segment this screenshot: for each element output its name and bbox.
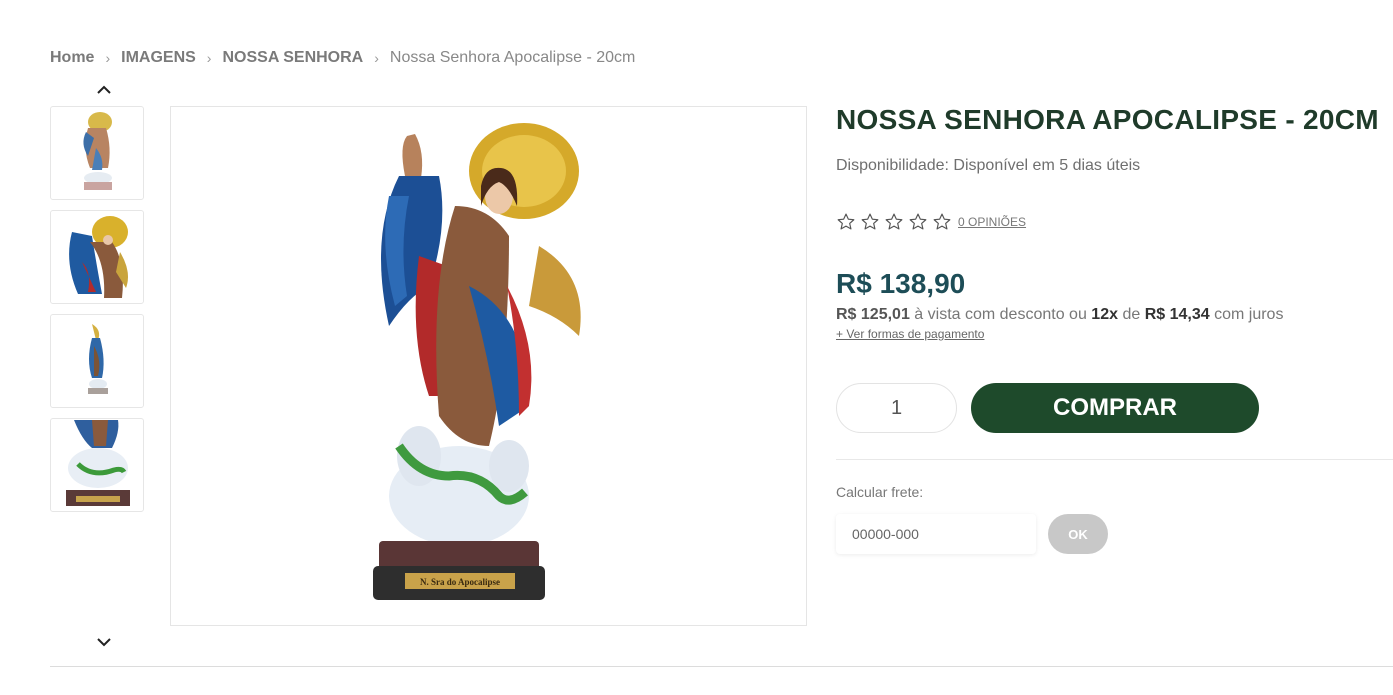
chevron-up-icon[interactable] bbox=[94, 83, 114, 97]
rating: 0 OPINIÕES bbox=[836, 212, 1026, 232]
buy-button[interactable]: COMPRAR bbox=[971, 383, 1259, 433]
product-title: NOSSA SENHORA APOCALIPSE - 20CM bbox=[836, 104, 1379, 135]
star-icon[interactable] bbox=[860, 212, 880, 232]
zipcode-input[interactable] bbox=[836, 514, 1036, 554]
payment-options-link[interactable]: + Ver formas de pagamento bbox=[836, 327, 984, 341]
thumbnail-4[interactable] bbox=[50, 418, 144, 512]
installments-count: 12x bbox=[1091, 306, 1118, 323]
breadcrumb-separator: › bbox=[206, 50, 212, 66]
statue-thumbnail-image bbox=[83, 112, 112, 190]
installment-value: R$ 14,34 bbox=[1144, 306, 1210, 323]
installments-de: de bbox=[1122, 306, 1141, 323]
section-divider bbox=[50, 666, 1393, 667]
installments-suffix: com juros bbox=[1214, 306, 1284, 323]
statue-image: N. Sra do Apocalipse bbox=[372, 123, 581, 600]
cash-text: à vista com desconto ou bbox=[914, 306, 1087, 323]
statue-side-thumbnail-image bbox=[88, 324, 108, 394]
statue-closeup-thumbnail-image bbox=[69, 216, 128, 298]
shipping-label: Calcular frete: bbox=[836, 484, 924, 500]
star-icon[interactable] bbox=[932, 212, 952, 232]
breadcrumb-imagens[interactable]: IMAGENS bbox=[121, 49, 196, 67]
thumbnail-2[interactable] bbox=[50, 210, 144, 304]
star-icon[interactable] bbox=[836, 212, 856, 232]
breadcrumb: Home › IMAGENS › NOSSA SENHORA › Nossa S… bbox=[50, 49, 635, 67]
calculate-shipping-button[interactable]: OK bbox=[1048, 514, 1108, 554]
chevron-down-icon[interactable] bbox=[94, 635, 114, 649]
main-product-image[interactable]: N. Sra do Apocalipse bbox=[170, 106, 807, 626]
breadcrumb-current: Nossa Senhora Apocalipse - 20cm bbox=[389, 49, 636, 66]
availability-text: Disponibilidade: Disponível em 5 dias út… bbox=[836, 157, 1141, 174]
thumbnail-3[interactable] bbox=[50, 314, 144, 408]
cash-price: R$ 125,01 bbox=[836, 306, 910, 323]
thumbnail-list bbox=[50, 106, 144, 522]
statue-plaque-text: N. Sra do Apocalipse bbox=[419, 577, 499, 587]
breadcrumb-home[interactable]: Home bbox=[50, 49, 94, 67]
statue-base-thumbnail-image bbox=[66, 420, 130, 506]
star-icon[interactable] bbox=[908, 212, 928, 232]
star-icon[interactable] bbox=[884, 212, 904, 232]
thumbnail-1[interactable] bbox=[50, 106, 144, 200]
quantity-input[interactable]: 1 bbox=[836, 383, 957, 433]
divider bbox=[836, 459, 1393, 460]
breadcrumb-nossa-senhora[interactable]: NOSSA SENHORA bbox=[222, 49, 363, 67]
breadcrumb-separator: › bbox=[105, 50, 111, 66]
product-price: R$ 138,90 bbox=[836, 268, 966, 299]
breadcrumb-separator: › bbox=[374, 50, 379, 66]
installments-text: R$ 125,01 à vista com desconto ou 12x de… bbox=[836, 306, 1283, 324]
reviews-link[interactable]: 0 OPINIÕES bbox=[958, 215, 1026, 229]
